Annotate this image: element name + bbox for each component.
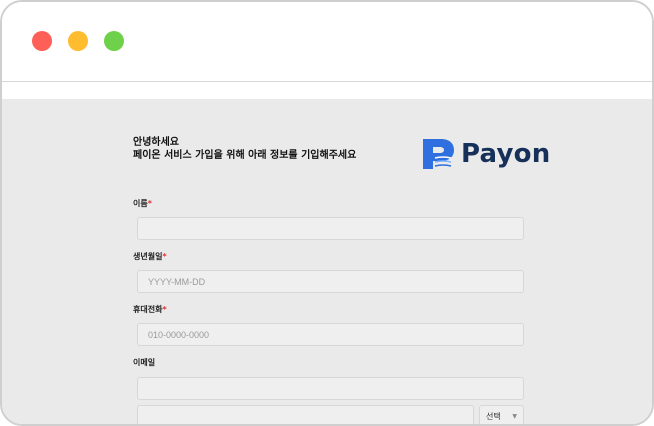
greeting-line-1: 안녕하세요 bbox=[133, 137, 179, 148]
signup-form-page: 안녕하세요 페이온 서비스 가입을 위해 아래 정보를 기입해주세요 Payon… bbox=[2, 99, 652, 424]
payon-logo: Payon bbox=[421, 136, 561, 172]
required-mark: * bbox=[162, 252, 167, 261]
email-label-text: 이메일 bbox=[133, 358, 156, 367]
minimize-window-button[interactable] bbox=[68, 31, 88, 51]
birthdate-label-text: 생년월일 bbox=[133, 252, 163, 261]
payon-logo-text: Payon bbox=[461, 139, 551, 169]
close-window-button[interactable] bbox=[32, 31, 52, 51]
email-label: 이메일 bbox=[133, 357, 155, 368]
payon-logo-icon bbox=[423, 139, 454, 169]
birthdate-label: 생년월일* bbox=[133, 251, 167, 262]
email-domain-select-value: 선택 bbox=[486, 412, 501, 421]
phone-input[interactable] bbox=[137, 323, 524, 346]
greeting-line-2: 페이온 서비스 가입을 위해 아래 정보를 기입해주세요 bbox=[133, 150, 357, 161]
maximize-window-button[interactable] bbox=[104, 31, 124, 51]
browser-window: 안녕하세요 페이온 서비스 가입을 위해 아래 정보를 기입해주세요 Payon… bbox=[0, 0, 654, 426]
required-mark: * bbox=[162, 305, 167, 314]
name-label-text: 이름 bbox=[133, 199, 148, 208]
name-label: 이름* bbox=[133, 198, 152, 209]
greeting-text: 안녕하세요 페이온 서비스 가입을 위해 아래 정보를 기입해주세요 bbox=[133, 136, 356, 162]
email-domain-select[interactable]: 선택 ▼ bbox=[479, 405, 524, 424]
phone-label-text: 휴대전화 bbox=[133, 305, 163, 314]
email-domain-input[interactable] bbox=[137, 405, 474, 424]
phone-label: 휴대전화* bbox=[133, 304, 167, 315]
required-mark: * bbox=[147, 199, 152, 208]
chevron-down-icon: ▼ bbox=[512, 413, 517, 420]
email-input[interactable] bbox=[137, 377, 524, 400]
name-input[interactable] bbox=[137, 217, 524, 240]
title-bar bbox=[2, 2, 652, 82]
birthdate-input[interactable] bbox=[137, 270, 524, 293]
